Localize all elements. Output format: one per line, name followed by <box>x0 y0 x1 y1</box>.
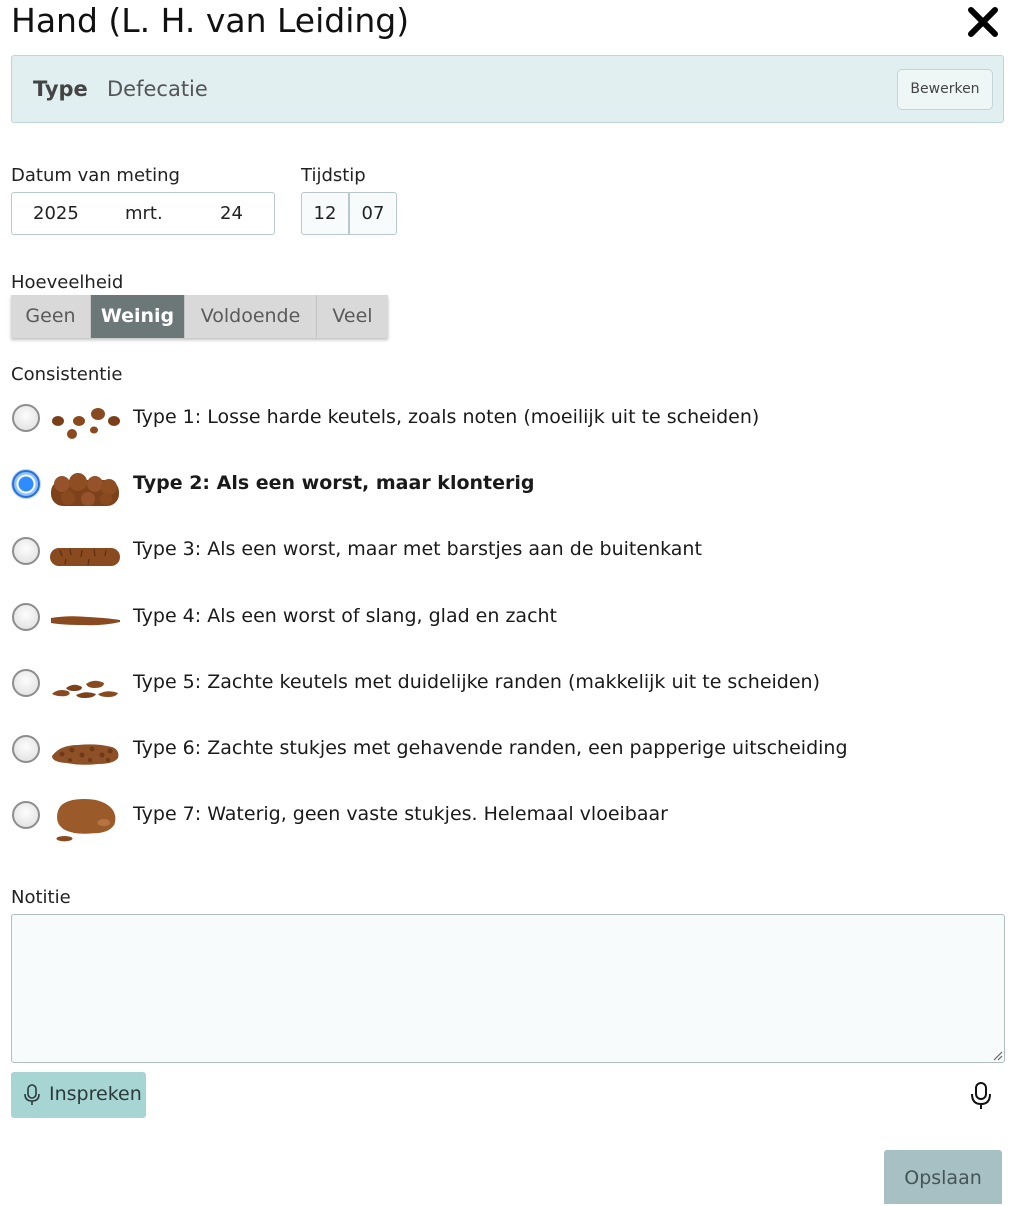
consistency-option-type-5-label: Type 5: Zachte keutels met duidelijke ra… <box>133 671 820 693</box>
stool-type-2-icon <box>51 473 119 506</box>
consistency-label: Consistentie <box>11 364 123 385</box>
consistency-radio-type-2[interactable] <box>12 470 40 498</box>
microphone-icon <box>24 1084 40 1105</box>
date-day[interactable]: 24 <box>220 203 243 224</box>
speak-button-label: Inspreken <box>49 1083 142 1105</box>
resize-handle-icon[interactable] <box>992 1050 1003 1061</box>
notes-textarea[interactable] <box>11 914 1005 1063</box>
consistency-option-type-4-label: Type 4: Als een worst of slang, glad en … <box>133 605 558 627</box>
date-field[interactable]: 2025 mrt. 24 <box>11 192 275 235</box>
stool-type-7-icon <box>56 799 116 842</box>
stool-type-6-icon <box>52 744 119 765</box>
consistency-option-type-6-label: Type 6: Zachte stukjes met gehavende ran… <box>133 737 848 759</box>
consistency-radio-type-3[interactable] <box>12 537 40 565</box>
type-label: Type <box>33 77 88 101</box>
consistency-option-type-2-label: Type 2: Als een worst, maar klonterig <box>133 472 535 494</box>
amount-option-veel[interactable]: Veel <box>317 295 388 338</box>
consistency-radio-type-6[interactable] <box>12 735 40 763</box>
stool-type-4-icon <box>51 616 120 626</box>
consistency-radio-type-4[interactable] <box>12 603 40 631</box>
hour-field[interactable]: 12 <box>301 192 349 235</box>
consistency-radio-type-5[interactable] <box>12 669 40 697</box>
date-year[interactable]: 2025 <box>33 203 79 224</box>
consistency-option-type-7-label: Type 7: Waterig, geen vaste stukjes. Hel… <box>133 803 668 825</box>
date-month[interactable]: mrt. <box>125 203 163 224</box>
edit-button[interactable]: Bewerken <box>897 69 993 110</box>
consistency-radio-type-1[interactable] <box>12 404 40 432</box>
microphone-icon[interactable] <box>970 1081 992 1111</box>
consistency-option-type-1-label: Type 1: Losse harde keutels, zoals noten… <box>133 406 760 428</box>
amount-label: Hoeveelheid <box>11 272 124 293</box>
date-label: Datum van meting <box>11 165 180 186</box>
stool-type-5-icon <box>52 680 118 698</box>
close-icon[interactable] <box>966 5 1000 39</box>
time-label: Tijdstip <box>301 165 366 186</box>
type-value: Defecatie <box>107 77 208 101</box>
stool-type-1-icon <box>52 408 120 439</box>
minute-field[interactable]: 07 <box>349 192 397 235</box>
save-button[interactable]: Opslaan <box>884 1150 1002 1204</box>
amount-option-geen[interactable]: Geen <box>11 295 91 338</box>
consistency-option-type-3-label: Type 3: Als een worst, maar met barstjes… <box>133 538 702 560</box>
stool-type-3-icon <box>50 548 120 566</box>
amount-option-voldoende[interactable]: Voldoende <box>185 295 317 338</box>
consistency-radio-type-7[interactable] <box>12 801 40 829</box>
notes-label: Notitie <box>11 887 71 908</box>
speak-button[interactable]: Inspreken <box>11 1072 146 1118</box>
page-title: Hand (L. H. van Leiding) <box>11 1 410 40</box>
amount-option-weinig[interactable]: Weinig <box>91 295 185 338</box>
type-summary: Type Defecatie Bewerken <box>11 55 1004 123</box>
